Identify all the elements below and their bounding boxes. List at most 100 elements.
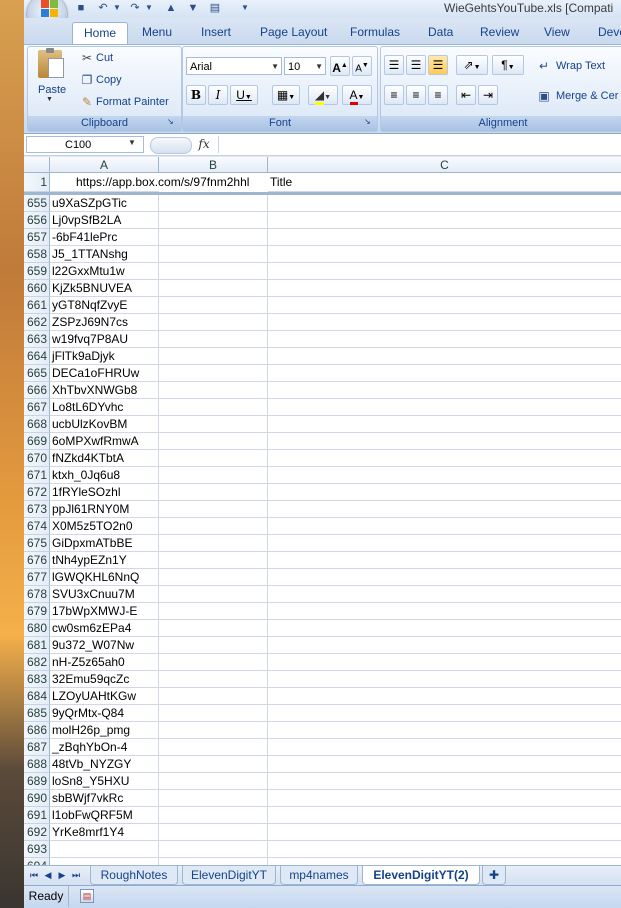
cell-c[interactable] bbox=[268, 637, 621, 654]
cell-b[interactable] bbox=[159, 399, 268, 416]
cell-c[interactable] bbox=[268, 518, 621, 535]
form-icon[interactable]: ▤ bbox=[208, 1, 222, 15]
cell-b[interactable] bbox=[159, 501, 268, 518]
cell-a[interactable]: J5_1TTANshg bbox=[50, 246, 159, 263]
cell-b[interactable] bbox=[159, 654, 268, 671]
row-header[interactable]: 656 bbox=[24, 212, 50, 229]
cell-c[interactable] bbox=[268, 229, 621, 246]
row-header[interactable]: 655 bbox=[24, 195, 50, 212]
row-header[interactable]: 661 bbox=[24, 297, 50, 314]
cell-c[interactable] bbox=[268, 671, 621, 688]
cell-c[interactable] bbox=[268, 399, 621, 416]
cell-a[interactable]: YrKe8mrf1Y4 bbox=[50, 824, 159, 841]
cell-a[interactable]: 6oMPXwfRmwA bbox=[50, 433, 159, 450]
cell-a[interactable]: ZSPzJ69N7cs bbox=[50, 314, 159, 331]
tab-insert[interactable]: Insert bbox=[201, 22, 231, 44]
redo-dropdown-icon[interactable]: ▼ bbox=[142, 1, 156, 15]
paste-button[interactable]: Paste ▼ bbox=[32, 48, 68, 106]
column-header-b[interactable]: B bbox=[159, 157, 268, 173]
align-middle-button[interactable]: ☰ bbox=[406, 55, 426, 75]
decrease-indent-button[interactable]: ⇤ bbox=[456, 85, 476, 105]
cell-c[interactable] bbox=[268, 773, 621, 790]
font-launcher-icon[interactable]: ↘ bbox=[364, 117, 371, 126]
row-header[interactable]: 682 bbox=[24, 654, 50, 671]
tab-review[interactable]: Review bbox=[480, 22, 519, 44]
cell-b[interactable] bbox=[159, 671, 268, 688]
row-header[interactable]: 672 bbox=[24, 484, 50, 501]
cell-a[interactable]: ucbUlzKovBM bbox=[50, 416, 159, 433]
align-right-button[interactable]: ≡ bbox=[428, 85, 448, 105]
fill-color-button[interactable]: ◢▼ bbox=[308, 85, 338, 105]
format-painter-icon[interactable]: ✎ bbox=[79, 94, 95, 110]
row-header[interactable]: 690 bbox=[24, 790, 50, 807]
format-painter-button[interactable]: Format Painter bbox=[96, 96, 169, 108]
cell-b[interactable] bbox=[159, 331, 268, 348]
row-header[interactable]: 681 bbox=[24, 637, 50, 654]
cell-c[interactable] bbox=[268, 416, 621, 433]
row-header[interactable]: 657 bbox=[24, 229, 50, 246]
cell-b[interactable] bbox=[159, 739, 268, 756]
cell-c[interactable] bbox=[268, 484, 621, 501]
cell-b[interactable] bbox=[159, 195, 268, 212]
cell-c[interactable] bbox=[268, 807, 621, 824]
cell-a[interactable]: u9XaSZpGTic bbox=[50, 195, 159, 212]
cell-a[interactable]: fNZkd4KTbtA bbox=[50, 450, 159, 467]
tab-developer[interactable]: Deve bbox=[598, 22, 621, 44]
cell-a[interactable]: loSn8_Y5HXU bbox=[50, 773, 159, 790]
formula-bar-splitter[interactable] bbox=[150, 137, 192, 154]
cell-a[interactable]: X0M5z5TO2n0 bbox=[50, 518, 159, 535]
first-sheet-icon[interactable]: ⏮ bbox=[28, 868, 40, 882]
clipboard-launcher-icon[interactable]: ↘ bbox=[167, 117, 174, 126]
row-header[interactable]: 688 bbox=[24, 756, 50, 773]
cell-c[interactable] bbox=[268, 586, 621, 603]
cell-c[interactable] bbox=[268, 433, 621, 450]
row-header[interactable]: 666 bbox=[24, 382, 50, 399]
cell-b[interactable] bbox=[159, 433, 268, 450]
column-header-c[interactable]: C bbox=[268, 157, 621, 173]
cell-c[interactable] bbox=[268, 246, 621, 263]
cell-b[interactable] bbox=[159, 348, 268, 365]
wrap-text-button[interactable]: ↵ Wrap Text bbox=[536, 56, 621, 76]
cell-b[interactable] bbox=[159, 722, 268, 739]
row-header[interactable]: 683 bbox=[24, 671, 50, 688]
cell-a[interactable]: sbBWjf7vkRc bbox=[50, 790, 159, 807]
insert-sheet-icon[interactable]: ✚ bbox=[482, 866, 506, 885]
cell-c[interactable] bbox=[268, 314, 621, 331]
cell-a[interactable]: 9u372_W07Nw bbox=[50, 637, 159, 654]
cell-c[interactable] bbox=[268, 620, 621, 637]
row-header[interactable]: 1 bbox=[24, 173, 50, 192]
cell-c[interactable] bbox=[268, 365, 621, 382]
row-header[interactable]: 685 bbox=[24, 705, 50, 722]
cell-c[interactable] bbox=[268, 824, 621, 841]
cell-a[interactable]: jFlTk9aDjyk bbox=[50, 348, 159, 365]
row-header[interactable]: 687 bbox=[24, 739, 50, 756]
cell-b[interactable] bbox=[159, 756, 268, 773]
cell-b[interactable] bbox=[159, 569, 268, 586]
cell-a[interactable]: Lj0vpSfB2LA bbox=[50, 212, 159, 229]
bold-button[interactable]: B bbox=[186, 85, 206, 105]
row-header[interactable]: 693 bbox=[24, 841, 50, 858]
cell-b[interactable] bbox=[159, 790, 268, 807]
formula-input[interactable] bbox=[218, 136, 621, 153]
cell-b[interactable] bbox=[159, 552, 268, 569]
cut-icon[interactable]: ✂ bbox=[79, 50, 95, 66]
row-header[interactable]: 689 bbox=[24, 773, 50, 790]
row-header[interactable]: 684 bbox=[24, 688, 50, 705]
tab-view[interactable]: View bbox=[544, 22, 570, 44]
sheet-tab-elevendigityt[interactable]: ElevenDigitYT bbox=[182, 866, 276, 885]
cell-a[interactable]: ppJl61RNY0M bbox=[50, 501, 159, 518]
cell-c[interactable] bbox=[268, 603, 621, 620]
save-icon[interactable]: ■ bbox=[74, 1, 88, 15]
row-header[interactable]: 670 bbox=[24, 450, 50, 467]
cell-a[interactable]: 17bWpXMWJ-E bbox=[50, 603, 159, 620]
cell-c[interactable] bbox=[268, 535, 621, 552]
cell-c[interactable] bbox=[268, 501, 621, 518]
cell-c[interactable] bbox=[268, 280, 621, 297]
row-header[interactable]: 691 bbox=[24, 807, 50, 824]
cell-c[interactable] bbox=[268, 688, 621, 705]
cell-c[interactable] bbox=[268, 756, 621, 773]
cell-c[interactable] bbox=[268, 382, 621, 399]
row-header[interactable]: 658 bbox=[24, 246, 50, 263]
cell-a[interactable]: KjZk5BNUVEA bbox=[50, 280, 159, 297]
underline-button[interactable]: U▼ bbox=[230, 85, 258, 105]
